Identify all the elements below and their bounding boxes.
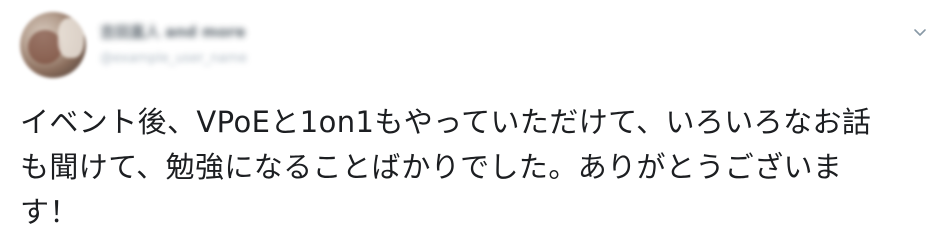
tweet-line-2: も聞けて、勉強になることばかりでした。ありがとうございま (20, 150, 843, 184)
display-name[interactable]: 吉田直人 and more (100, 24, 272, 40)
tweet-card: 吉田直人 and more @example_user_name イベント後、V… (0, 0, 952, 250)
chevron-down-icon[interactable] (912, 26, 928, 38)
tweet-line-3: す！ (20, 195, 79, 229)
tweet-line-1: イベント後、VPoEと1on1もやっていただけて、いろいろなお話 (20, 105, 872, 139)
avatar[interactable] (20, 12, 86, 78)
screen-name[interactable]: @example_user_name (100, 52, 272, 66)
user-block[interactable]: 吉田直人 and more @example_user_name (100, 16, 300, 76)
tweet-text: イベント後、VPoEと1on1もやっていただけて、いろいろなお話 も聞けて、勉強… (20, 100, 940, 240)
